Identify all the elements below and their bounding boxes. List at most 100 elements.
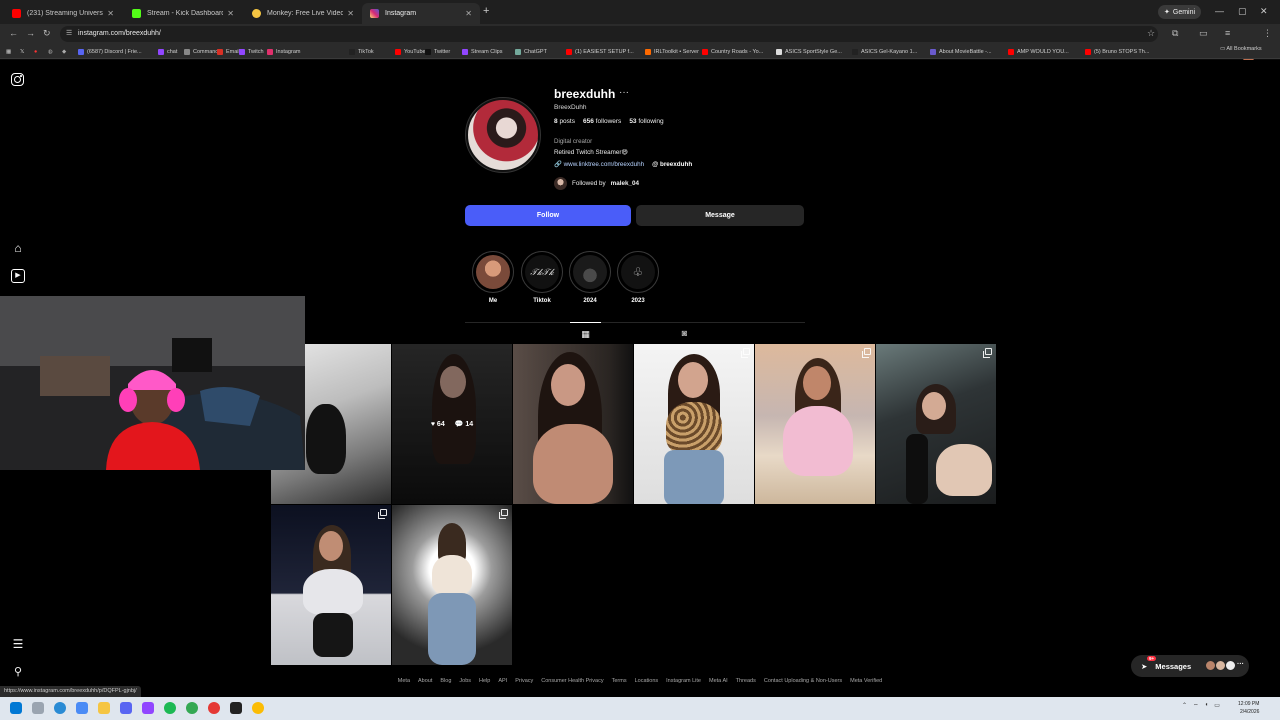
footer-link[interactable]: Meta Verified bbox=[850, 678, 882, 684]
footer-link[interactable]: Meta bbox=[398, 678, 410, 684]
close-icon[interactable]: ✕ bbox=[227, 9, 234, 18]
bookmark-item[interactable]: ASICS Gel-Kayano 1... bbox=[852, 46, 917, 57]
footer-link[interactable]: Contact Uploading & Non-Users bbox=[764, 678, 842, 684]
gemini-button[interactable]: ✦ Gemini bbox=[1158, 5, 1202, 19]
menu-icon[interactable]: ⋮ bbox=[1263, 28, 1272, 39]
opera-icon[interactable] bbox=[208, 702, 220, 714]
search-icon[interactable] bbox=[32, 702, 44, 714]
bookmark-item[interactable]: (6587) Discord | Frie... bbox=[78, 46, 142, 57]
hamburger-menu-icon[interactable]: ☰ bbox=[11, 637, 25, 651]
discord-icon[interactable] bbox=[120, 702, 132, 714]
bookmark-item[interactable]: About MovieBattle -... bbox=[930, 46, 992, 57]
footer-link[interactable]: Help bbox=[479, 678, 490, 684]
all-bookmarks[interactable]: ▭ All Bookmarks bbox=[1220, 46, 1262, 52]
tab-streaming-university[interactable]: (231) Streaming University ✕ bbox=[4, 3, 122, 24]
bookmark-item[interactable]: ASICS SportStyle Ge... bbox=[776, 46, 842, 57]
followers-stat[interactable]: 656 followers bbox=[583, 118, 621, 125]
app-icon[interactable] bbox=[164, 702, 176, 714]
footer-link[interactable]: Threads bbox=[736, 678, 756, 684]
home-icon[interactable]: ⌂ bbox=[11, 241, 25, 255]
tab-instagram[interactable]: Instagram ✕ bbox=[362, 3, 480, 24]
file-explorer-icon[interactable] bbox=[98, 702, 110, 714]
terminal-icon[interactable] bbox=[230, 702, 242, 714]
bookmark-icon-yt[interactable]: ● bbox=[34, 46, 37, 57]
maximize-icon[interactable]: ▢ bbox=[1238, 6, 1247, 17]
bookmark-item[interactable]: TikTok bbox=[349, 46, 374, 57]
more-options-icon[interactable]: ··· bbox=[619, 87, 629, 98]
post-thumbnail[interactable]: ♥ 64 💬 14 bbox=[392, 344, 512, 504]
footer-link[interactable]: Consumer Health Privacy bbox=[541, 678, 603, 684]
bookmark-item[interactable]: (5) Bruno STOPS Th... bbox=[1085, 46, 1149, 57]
footer-link[interactable]: About bbox=[418, 678, 432, 684]
reload-icon[interactable]: ↻ bbox=[43, 28, 51, 39]
bookmark-star-icon[interactable]: ☆ bbox=[1147, 28, 1155, 39]
chrome-active-icon[interactable] bbox=[252, 702, 264, 714]
external-link[interactable]: 🔗 www.linktree.com/breexduhh bbox=[554, 160, 644, 168]
followed-by[interactable]: Followed by malek_04 bbox=[554, 176, 639, 190]
forward-icon[interactable]: → bbox=[26, 28, 35, 38]
chrome-icon[interactable] bbox=[186, 702, 198, 714]
bookmark-icon-x[interactable]: 𝕏 bbox=[20, 46, 24, 57]
bookmark-item[interactable]: AMP WOULD YOU... bbox=[1008, 46, 1069, 57]
threads-app-icon[interactable]: ⚲ bbox=[11, 665, 25, 679]
messages-button[interactable]: ➤ 9+ Messages ··· bbox=[1131, 655, 1249, 677]
highlight-tiktok[interactable]: 𝒯𝓀𝒯𝓀 Tiktok bbox=[521, 251, 563, 304]
close-icon[interactable]: ✕ bbox=[465, 9, 472, 18]
threads-link[interactable]: @ breexduhh bbox=[652, 161, 692, 168]
post-thumbnail[interactable] bbox=[876, 344, 996, 504]
close-icon[interactable]: ✕ bbox=[107, 9, 114, 18]
post-thumbnail[interactable] bbox=[755, 344, 875, 504]
footer-link[interactable]: Meta AI bbox=[709, 678, 728, 684]
sidepanel-icon[interactable]: ▭ bbox=[1199, 28, 1208, 39]
bookmark-item[interactable]: Twitter bbox=[425, 46, 450, 57]
volume-icon[interactable]: ◖ bbox=[1205, 702, 1209, 710]
edge-icon[interactable] bbox=[54, 702, 66, 714]
instagram-logo-icon[interactable] bbox=[11, 73, 24, 86]
new-tab-button[interactable]: + bbox=[483, 5, 489, 17]
bookmark-item[interactable]: Stream Clips bbox=[462, 46, 502, 57]
footer-link[interactable]: Privacy bbox=[515, 678, 533, 684]
highlight-2024[interactable]: 2024 bbox=[569, 251, 611, 304]
close-window-icon[interactable]: ✕ bbox=[1260, 6, 1268, 17]
battery-icon[interactable]: ▭ bbox=[1214, 702, 1220, 710]
bookmark-item[interactable]: Email bbox=[217, 46, 240, 57]
reels-icon[interactable]: ▶ bbox=[11, 269, 25, 283]
following-stat[interactable]: 53 following bbox=[629, 118, 663, 125]
bookmark-icon-globe[interactable]: ◍ bbox=[48, 46, 53, 57]
bookmark-item[interactable]: YouTube bbox=[395, 46, 426, 57]
highlight-me[interactable]: Me bbox=[472, 251, 514, 304]
bookmark-item[interactable]: Commands bbox=[184, 46, 221, 57]
media-icon[interactable]: ≡ bbox=[1225, 28, 1230, 38]
profile-picture[interactable] bbox=[465, 97, 541, 173]
minimize-icon[interactable]: — bbox=[1215, 6, 1224, 16]
post-thumbnail[interactable] bbox=[392, 505, 512, 665]
system-clock[interactable]: 12:09 PM 2/4/2026 bbox=[1238, 700, 1259, 716]
tab-posts-grid[interactable]: ▦ bbox=[570, 322, 601, 344]
bookmark-item[interactable]: ChatGPT bbox=[515, 46, 547, 57]
bookmark-item[interactable]: IRLToolkit • Server bbox=[645, 46, 699, 57]
bookmark-item[interactable]: Twitch bbox=[239, 46, 264, 57]
follow-button[interactable]: Follow bbox=[465, 205, 631, 226]
url-input[interactable]: ☰ instagram.com/breexduhh/ bbox=[60, 26, 1158, 42]
twitch-app-icon[interactable] bbox=[142, 702, 154, 714]
bookmark-item[interactable]: Country Roads - Yo... bbox=[702, 46, 763, 57]
apps-icon[interactable]: ▦ bbox=[6, 46, 11, 57]
footer-link[interactable]: Terms bbox=[612, 678, 627, 684]
footer-link[interactable]: API bbox=[498, 678, 507, 684]
footer-link[interactable]: Blog bbox=[440, 678, 451, 684]
post-thumbnail[interactable] bbox=[634, 344, 754, 504]
bookmark-icon-misc[interactable]: ◆ bbox=[62, 46, 66, 57]
tab-tagged[interactable]: ◙ bbox=[669, 322, 700, 344]
bookmark-item[interactable]: (1) EASIEST SETUP f... bbox=[566, 46, 634, 57]
network-icon[interactable]: ⌔ bbox=[1193, 702, 1199, 710]
tab-kick-dashboard[interactable]: Stream - Kick Dashboard ✕ bbox=[124, 3, 242, 24]
close-icon[interactable]: ✕ bbox=[347, 9, 354, 18]
message-button[interactable]: Message bbox=[636, 205, 804, 226]
footer-link[interactable]: Jobs bbox=[459, 678, 471, 684]
footer-link[interactable]: Instagram Lite bbox=[666, 678, 701, 684]
windows-start-icon[interactable] bbox=[10, 702, 22, 714]
chevron-up-icon[interactable]: ⌃ bbox=[1182, 702, 1187, 710]
bookmark-item[interactable]: Instagram bbox=[267, 46, 300, 57]
post-thumbnail[interactable] bbox=[513, 344, 633, 504]
back-icon[interactable]: ← bbox=[9, 28, 18, 38]
